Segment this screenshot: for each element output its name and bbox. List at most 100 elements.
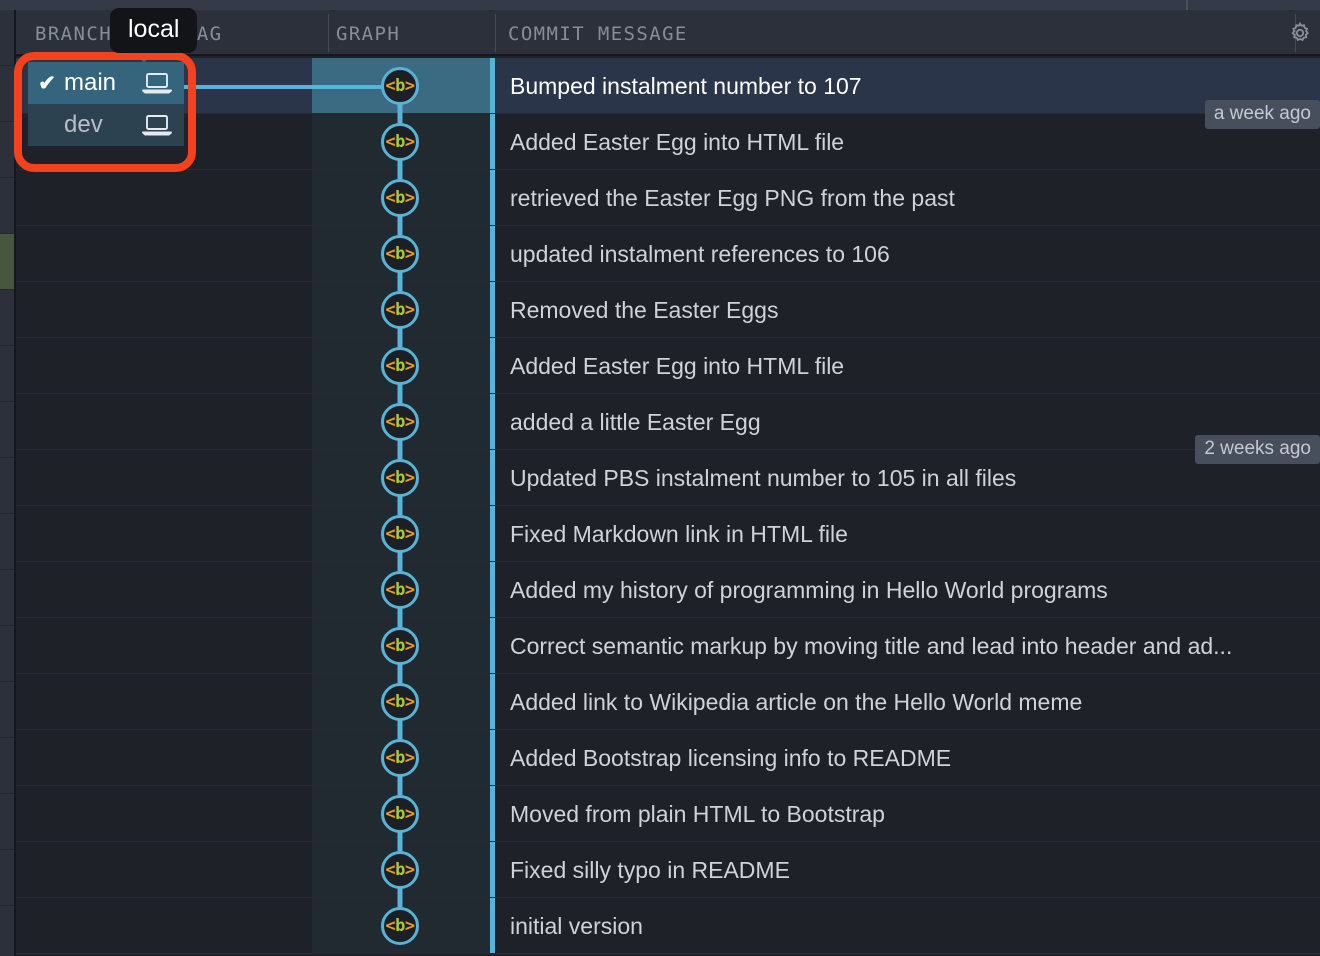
commit-node-icon[interactable]: < b > [381, 515, 419, 553]
node-bracket-open: < [385, 468, 396, 488]
rail-segment [0, 906, 14, 956]
node-bracket-close: > [404, 580, 415, 600]
node-letter: b [395, 76, 405, 96]
commit-message: Fixed Markdown link in HTML file [510, 521, 848, 547]
commit-node-icon[interactable]: < b > [381, 795, 419, 833]
commit-node-icon[interactable]: < b > [381, 627, 419, 665]
commit-node-icon[interactable]: < b > [381, 179, 419, 217]
table-row[interactable]: Added Easter Egg into HTML file [16, 114, 1320, 170]
node-letter: b [395, 860, 405, 880]
rail-segment [0, 178, 14, 234]
header-divider-message [495, 14, 496, 52]
table-row[interactable]: updated instalment references to 106 [16, 226, 1320, 282]
commit-message: updated instalment references to 106 [510, 241, 890, 267]
node-letter: b [395, 692, 405, 712]
node-bracket-open: < [385, 244, 396, 264]
rail-segment [0, 514, 14, 570]
commit-message: Added Easter Egg into HTML file [510, 129, 845, 155]
node-bracket-close: > [404, 692, 415, 712]
node-bracket-close: > [404, 76, 415, 96]
table-row[interactable]: Updated PBS instalment number to 105 in … [16, 450, 1320, 506]
node-letter: b [395, 524, 405, 544]
table-row[interactable]: Added link to Wikipedia article on the H… [16, 674, 1320, 730]
node-bracket-open: < [385, 580, 396, 600]
commit-message: Fixed silly typo in README [510, 857, 790, 883]
node-bracket-open: < [385, 860, 396, 880]
commit-node-icon[interactable]: < b > [381, 683, 419, 721]
table-row[interactable]: initial version [16, 898, 1320, 954]
node-letter: b [395, 580, 405, 600]
table-row[interactable]: Fixed silly typo in README [16, 842, 1320, 898]
node-bracket-close: > [404, 244, 415, 264]
node-bracket-open: < [385, 804, 396, 824]
node-bracket-close: > [404, 916, 415, 936]
rail-segment [0, 290, 14, 346]
gear-icon[interactable] [1288, 21, 1312, 45]
node-bracket-open: < [385, 524, 396, 544]
node-bracket-close: > [404, 188, 415, 208]
laptop-icon [140, 71, 174, 95]
node-letter: b [395, 188, 405, 208]
table-row[interactable]: Added my history of programming in Hello… [16, 562, 1320, 618]
branch-item-dev[interactable]: dev [28, 104, 184, 146]
table-row[interactable]: retrieved the Easter Egg PNG from the pa… [16, 170, 1320, 226]
rail-segment [0, 346, 14, 402]
node-letter: b [395, 748, 405, 768]
table-row[interactable]: Correct semantic markup by moving title … [16, 618, 1320, 674]
node-bracket-open: < [385, 636, 396, 656]
node-letter: b [395, 468, 405, 488]
column-header-bar: BRANCH TAG GRAPH COMMIT MESSAGE [16, 10, 1320, 56]
column-header-graph[interactable]: GRAPH [336, 23, 400, 45]
graph-branch-bar [490, 450, 495, 505]
commit-message: initial version [510, 913, 643, 939]
node-bracket-close: > [404, 748, 415, 768]
commit-node-icon[interactable]: < b > [381, 347, 419, 385]
commit-message: retrieved the Easter Egg PNG from the pa… [510, 185, 955, 211]
graph-branch-bar [490, 898, 495, 953]
node-bracket-close: > [404, 356, 415, 376]
rail-segment [0, 626, 14, 682]
graph-branch-bar [490, 674, 495, 729]
commit-node-icon[interactable]: < b > [381, 235, 419, 273]
commit-node-icon[interactable]: < b > [381, 291, 419, 329]
graph-branch-bar [490, 506, 495, 561]
git-graph-window: BRANCH TAG GRAPH COMMIT MESSAGE Bumped i… [0, 0, 1320, 956]
column-header-branch[interactable]: BRANCH [35, 23, 112, 45]
table-row[interactable]: Added Easter Egg into HTML file [16, 338, 1320, 394]
top-strip-divider [1186, 0, 1188, 10]
commit-message: Added link to Wikipedia article on the H… [510, 689, 1083, 715]
branch-item-main[interactable]: ✔ main [28, 62, 184, 104]
tooltip-local: local [110, 8, 198, 53]
commit-message: Updated PBS instalment number to 105 in … [510, 465, 1017, 491]
node-bracket-close: > [404, 300, 415, 320]
node-letter: b [395, 132, 405, 152]
graph-branch-bar [490, 114, 495, 169]
commit-node-icon[interactable]: < b > [381, 459, 419, 497]
table-row[interactable]: added a little Easter Egg [16, 394, 1320, 450]
commit-node-icon[interactable]: < b > [381, 571, 419, 609]
commit-node-icon[interactable]: < b > [381, 403, 419, 441]
table-row[interactable]: Fixed Markdown link in HTML file [16, 506, 1320, 562]
table-row[interactable]: Moved from plain HTML to Bootstrap [16, 786, 1320, 842]
graph-branch-bar [490, 338, 495, 393]
commit-node-icon[interactable]: < b > [381, 123, 419, 161]
graph-branch-bar [490, 562, 495, 617]
left-minimap-rail[interactable] [0, 10, 14, 956]
node-bracket-open: < [385, 300, 396, 320]
graph-branch-bar [490, 282, 495, 337]
table-row[interactable]: Removed the Easter Eggs [16, 282, 1320, 338]
commit-node-icon[interactable]: < b > [381, 67, 419, 105]
column-header-message[interactable]: COMMIT MESSAGE [508, 23, 688, 45]
branch-dropdown[interactable]: ✔ main dev [28, 55, 184, 146]
commit-node-icon[interactable]: < b > [381, 739, 419, 777]
commit-node-icon[interactable]: < b > [381, 907, 419, 945]
rail-segment [0, 402, 14, 458]
commit-message: added a little Easter Egg [510, 409, 761, 435]
commit-message: Correct semantic markup by moving title … [510, 633, 1233, 659]
commit-node-icon[interactable]: < b > [381, 851, 419, 889]
node-bracket-open: < [385, 188, 396, 208]
node-letter: b [395, 356, 405, 376]
table-row[interactable]: Added Bootstrap licensing info to README [16, 730, 1320, 786]
commit-list[interactable]: Bumped instalment number to 107 Added Eas… [16, 58, 1320, 956]
graph-branch-bar [490, 170, 495, 225]
